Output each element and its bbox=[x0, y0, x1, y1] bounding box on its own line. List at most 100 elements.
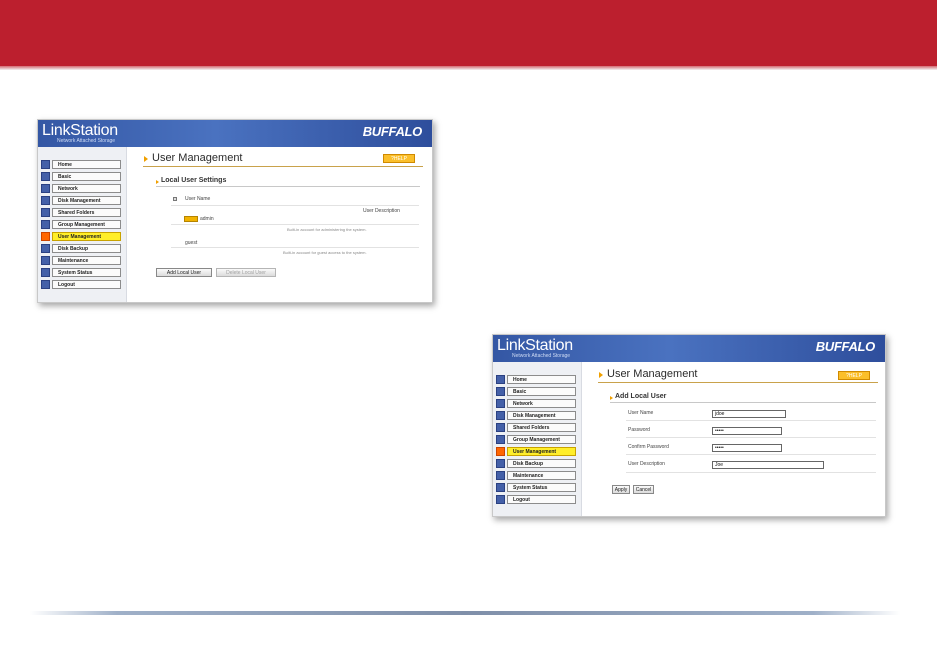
logout-icon bbox=[41, 280, 50, 289]
nav-label: Basic bbox=[507, 387, 576, 396]
nav-item-group-management[interactable]: Group Management bbox=[41, 220, 121, 229]
section-arrow-icon bbox=[610, 396, 613, 400]
select-all-checkbox[interactable] bbox=[173, 197, 177, 201]
help-button[interactable]: ?HELP bbox=[383, 154, 415, 163]
nav-item-basic[interactable]: Basic bbox=[41, 172, 121, 181]
backup-icon bbox=[41, 244, 50, 253]
header-band bbox=[0, 0, 937, 66]
nav-item-disk-backup[interactable]: Disk Backup bbox=[41, 244, 121, 253]
group-icon bbox=[41, 220, 50, 229]
nav-item-maintenance[interactable]: Maintenance bbox=[41, 256, 121, 265]
row-divider bbox=[626, 472, 876, 473]
section-title: Add Local User bbox=[615, 393, 667, 400]
confirm-password-input[interactable]: ••••• bbox=[712, 444, 782, 452]
nav-item-logout[interactable]: Logout bbox=[496, 495, 576, 504]
backup-icon bbox=[496, 459, 505, 468]
nav-label: Logout bbox=[52, 280, 121, 289]
basic-icon bbox=[41, 172, 50, 181]
nav-item-user-management[interactable]: User Management bbox=[41, 232, 121, 241]
field-label-confirm-password: Confirm Password bbox=[628, 444, 669, 450]
section-arrow-icon bbox=[156, 180, 159, 184]
user-description-input[interactable]: Joe bbox=[712, 461, 824, 469]
nav-label: Basic bbox=[52, 172, 121, 181]
home-icon bbox=[41, 160, 50, 169]
title-rule bbox=[143, 166, 423, 167]
row-divider bbox=[626, 437, 876, 438]
nav-label: Disk Management bbox=[507, 411, 576, 420]
user-description: Built-in account for guest access to the… bbox=[283, 250, 367, 255]
nav-item-maintenance[interactable]: Maintenance bbox=[496, 471, 576, 480]
nav-item-disk-management[interactable]: Disk Management bbox=[41, 196, 121, 205]
status-icon bbox=[41, 268, 50, 277]
product-tagline: Network Attached Storage bbox=[512, 353, 571, 359]
nav-item-shared-folders[interactable]: Shared Folders bbox=[41, 208, 121, 217]
network-icon bbox=[496, 399, 505, 408]
row-divider bbox=[171, 224, 419, 225]
nav-item-system-status[interactable]: System Status bbox=[496, 483, 576, 492]
vendor-logo: BUFFALO bbox=[362, 124, 423, 139]
nav-item-system-status[interactable]: System Status bbox=[41, 268, 121, 277]
user-description: Built-in account for administering the s… bbox=[287, 227, 367, 232]
sidebar: Home Basic Network Disk Management Share… bbox=[38, 147, 127, 302]
section-rule bbox=[156, 186, 420, 187]
nav-label: Home bbox=[507, 375, 576, 384]
nav-item-shared-folders[interactable]: Shared Folders bbox=[496, 423, 576, 432]
nav-label: Disk Backup bbox=[507, 459, 576, 468]
page-title: User Management bbox=[152, 152, 243, 164]
group-icon bbox=[496, 435, 505, 444]
nav-label: Logout bbox=[507, 495, 576, 504]
screenshot-user-list: LinkStation Network Attached Storage BUF… bbox=[37, 119, 433, 303]
header-band-edge bbox=[0, 66, 937, 70]
password-input[interactable]: ••••• bbox=[712, 427, 782, 435]
nav-label: Network bbox=[507, 399, 576, 408]
vendor-logo: BUFFALO bbox=[815, 339, 876, 354]
title-arrow-icon bbox=[144, 156, 148, 162]
help-button[interactable]: ?HELP bbox=[838, 371, 870, 380]
folder-icon bbox=[41, 208, 50, 217]
add-local-user-button[interactable]: Add Local User bbox=[156, 268, 212, 277]
row-divider bbox=[171, 247, 419, 248]
page-title: User Management bbox=[607, 368, 698, 380]
main-content: User Management ?HELP Local User Setting… bbox=[127, 147, 432, 302]
user-name[interactable]: admin bbox=[200, 216, 214, 222]
row-divider bbox=[171, 205, 419, 206]
nav-label: Group Management bbox=[52, 220, 121, 229]
section-title: Local User Settings bbox=[161, 177, 227, 184]
column-user-description: User Description bbox=[363, 208, 400, 214]
user-name[interactable]: guest bbox=[185, 240, 197, 246]
field-label-password: Password bbox=[628, 427, 650, 433]
maintenance-icon bbox=[496, 471, 505, 480]
nav-item-disk-backup[interactable]: Disk Backup bbox=[496, 459, 576, 468]
sidebar: Home Basic Network Disk Management Share… bbox=[493, 362, 582, 516]
nav-label: Disk Backup bbox=[52, 244, 121, 253]
nav-item-network[interactable]: Network bbox=[41, 184, 121, 193]
nav-item-group-management[interactable]: Group Management bbox=[496, 435, 576, 444]
cancel-button[interactable]: Cancel bbox=[633, 485, 654, 494]
apply-button[interactable]: Apply bbox=[612, 485, 630, 494]
nav-item-user-management[interactable]: User Management bbox=[496, 447, 576, 456]
status-icon bbox=[496, 483, 505, 492]
logout-icon bbox=[496, 495, 505, 504]
nav-label: System Status bbox=[507, 483, 576, 492]
nav-label: User Management bbox=[52, 232, 121, 241]
network-icon bbox=[41, 184, 50, 193]
row-divider bbox=[626, 420, 876, 421]
disk-icon bbox=[496, 411, 505, 420]
nav-item-logout[interactable]: Logout bbox=[41, 280, 121, 289]
nav-item-home[interactable]: Home bbox=[496, 375, 576, 384]
basic-icon bbox=[496, 387, 505, 396]
nav-label: Maintenance bbox=[52, 256, 121, 265]
field-label-user-description: User Description bbox=[628, 461, 665, 467]
nav-item-disk-management[interactable]: Disk Management bbox=[496, 411, 576, 420]
nav-item-network[interactable]: Network bbox=[496, 399, 576, 408]
nav-label: Shared Folders bbox=[507, 423, 576, 432]
title-arrow-icon bbox=[599, 372, 603, 378]
nav-item-basic[interactable]: Basic bbox=[496, 387, 576, 396]
nav-label: User Management bbox=[507, 447, 576, 456]
user-name-input[interactable]: jdoe bbox=[712, 410, 786, 418]
main-content: User Management ?HELP Add Local User Use… bbox=[582, 362, 885, 516]
nav-item-home[interactable]: Home bbox=[41, 160, 121, 169]
title-rule bbox=[598, 382, 878, 383]
nav-label: System Status bbox=[52, 268, 121, 277]
delete-local-user-button[interactable]: Delete Local User bbox=[216, 268, 276, 277]
